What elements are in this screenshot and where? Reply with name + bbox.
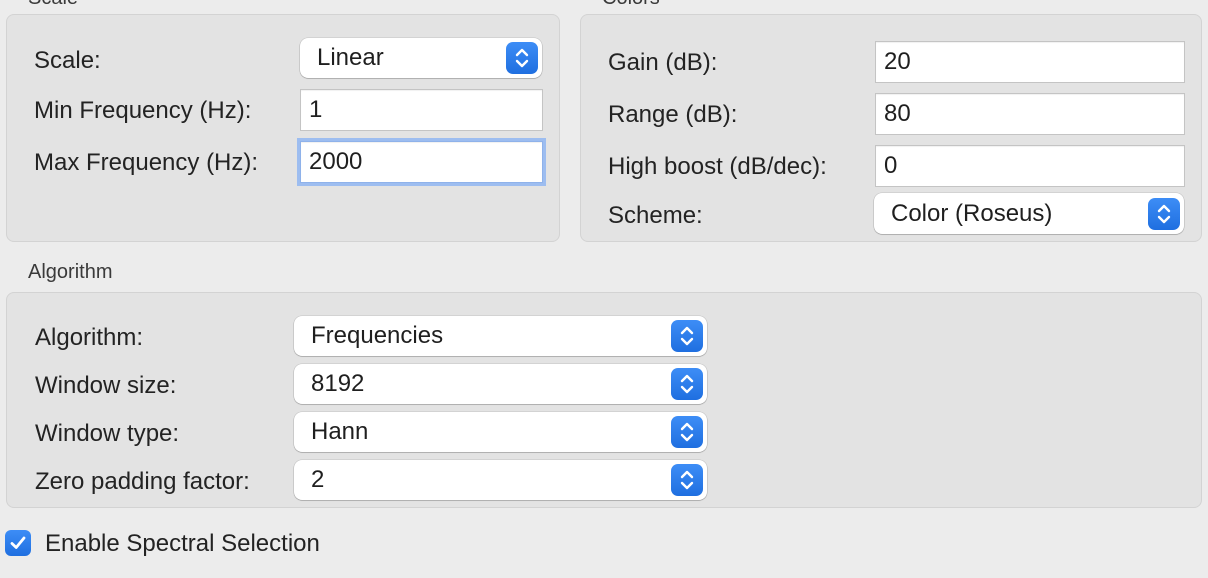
range-label: Range (dB): [608,101,738,128]
chevron-up-down-icon [671,320,703,352]
min-frequency-label: Min Frequency (Hz): [34,97,252,124]
gain-value: 20 [884,48,911,75]
algorithm-select[interactable]: Frequencies [294,316,707,356]
chevron-up-down-icon [671,416,703,448]
checkmark-icon [10,536,26,549]
scale-select-value: Linear [317,44,384,71]
algorithm-label: Algorithm: [35,324,144,351]
min-frequency-value: 1 [309,96,323,123]
algorithm-group-title: Algorithm [28,261,113,283]
max-frequency-input[interactable]: 2000 [300,141,543,183]
max-frequency-value: 2000 [309,148,363,175]
window-size-select[interactable]: 8192 [294,364,707,404]
gain-input[interactable]: 20 [875,41,1185,83]
colors-group-title: Colors [602,0,660,8]
range-input[interactable]: 80 [875,93,1185,135]
zero-padding-label: Zero padding factor: [35,468,250,495]
window-size-label: Window size: [35,372,177,399]
chevron-up-down-icon [671,464,703,496]
high-boost-label: High boost (dB/dec): [608,153,827,180]
high-boost-input[interactable]: 0 [875,145,1185,187]
max-frequency-label: Max Frequency (Hz): [34,149,259,176]
window-type-select[interactable]: Hann [294,412,707,452]
high-boost-value: 0 [884,152,898,179]
algorithm-select-value: Frequencies [311,322,444,349]
window-type-select-value: Hann [311,418,369,445]
min-frequency-input[interactable]: 1 [300,89,543,131]
chevron-up-down-icon [506,42,538,74]
scheme-label: Scheme: [608,202,703,229]
spectrogram-settings-panel: Scale Scale: Linear Min Frequency (Hz): … [0,0,1208,578]
zero-padding-select[interactable]: 2 [294,460,707,500]
scheme-select-value: Color (Roseus) [891,199,1053,227]
scale-select[interactable]: Linear [300,38,542,78]
range-value: 80 [884,100,911,127]
scheme-select[interactable]: Color (Roseus) [874,193,1184,234]
spectral-selection-checkbox[interactable] [5,530,31,556]
scale-label: Scale: [34,47,101,74]
gain-label: Gain (dB): [608,49,718,76]
chevron-up-down-icon [1148,197,1180,230]
window-size-select-value: 8192 [311,370,365,397]
spectral-selection-label[interactable]: Enable Spectral Selection [45,530,320,558]
zero-padding-select-value: 2 [311,466,325,493]
scale-group-title: Scale [28,0,78,8]
window-type-label: Window type: [35,420,180,447]
chevron-up-down-icon [671,368,703,400]
